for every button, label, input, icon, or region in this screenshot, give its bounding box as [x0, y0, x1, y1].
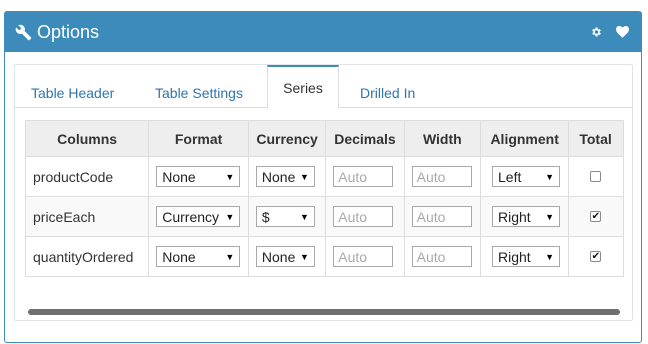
tab-drilled-in[interactable]: Drilled In [360, 77, 415, 108]
dropdown-arrow-icon: ▼ [225, 171, 235, 182]
width-input[interactable]: Auto [411, 166, 472, 187]
table-row: quantityOrdered None ▼ None ▼ Auto Auto Ri… [25, 236, 624, 277]
currency-select[interactable]: $ ▼ [255, 206, 315, 227]
column-header: Decimals [325, 120, 405, 157]
alignment-select[interactable]: Right ▼ [492, 246, 560, 267]
series-table: Columns Format Currency Decimals Width A… [25, 120, 624, 277]
total-checkbox[interactable]: ✔ [590, 211, 602, 222]
table-row: productCode None ▼ None ▼ Auto Auto Left ▼ [25, 156, 624, 197]
dropdown-arrow-icon: ▼ [225, 251, 235, 262]
tab-series[interactable]: Series [267, 65, 339, 109]
total-checkbox[interactable] [590, 171, 602, 182]
total-checkbox[interactable]: ✔ [590, 251, 602, 262]
format-select[interactable]: None ▼ [156, 166, 241, 187]
format-select[interactable]: None ▼ [156, 246, 241, 267]
format-select[interactable]: Currency ▼ [156, 206, 241, 227]
dropdown-arrow-icon: ▼ [299, 251, 309, 262]
decimals-input[interactable]: Auto [333, 246, 394, 267]
decimals-input[interactable]: Auto [333, 206, 394, 227]
dropdown-arrow-icon: ▼ [299, 171, 309, 182]
dropdown-arrow-icon: ▼ [545, 171, 554, 182]
currency-value: None [261, 248, 296, 265]
dropdown-arrow-icon: ▼ [545, 211, 554, 222]
options-card: Table Header Table Settings Series Drill… [14, 64, 633, 321]
column-header: Total [568, 120, 624, 157]
column-header: Width [403, 120, 482, 157]
tab-bar: Table Header Table Settings Series Drill… [15, 65, 632, 109]
column-header: Columns [25, 120, 150, 157]
alignment-select[interactable]: Right ▼ [492, 206, 560, 227]
tab-table-settings[interactable]: Table Settings [155, 77, 243, 108]
panel-title: Options [37, 21, 100, 42]
dropdown-arrow-icon: ▼ [225, 211, 235, 222]
dropdown-arrow-icon: ▼ [545, 251, 554, 262]
panel-header: Options [5, 12, 641, 52]
dropdown-arrow-icon: ▼ [299, 211, 309, 222]
table-header-row: Columns Format Currency Decimals Width A… [25, 120, 624, 157]
table-row: priceEach Currency ▼ $ ▼ Auto Auto Right ▼ … [25, 196, 624, 237]
decimals-input[interactable]: Auto [333, 166, 394, 187]
format-value: None [162, 248, 196, 265]
gear-icon[interactable] [589, 25, 603, 39]
column-header: Format [148, 120, 249, 157]
wrench-icon [15, 23, 33, 41]
alignment-select[interactable]: Left ▼ [492, 166, 560, 187]
column-name: quantityOrdered [25, 236, 150, 277]
currency-value: None [261, 168, 296, 185]
column-name: priceEach [25, 196, 150, 237]
currency-select[interactable]: None ▼ [255, 166, 315, 187]
currency-value: $ [261, 208, 270, 225]
alignment-value: Left [498, 168, 522, 185]
format-value: None [162, 168, 196, 185]
format-value: Currency [162, 208, 220, 225]
series-table-scroll: Columns Format Currency Decimals Width A… [25, 120, 624, 290]
currency-select[interactable]: None ▼ [255, 246, 315, 267]
tab-table-header[interactable]: Table Header [31, 77, 114, 108]
heart-icon[interactable] [615, 25, 629, 39]
column-name: productCode [25, 156, 150, 197]
column-header: Alignment [479, 120, 570, 157]
horizontal-scrollbar[interactable] [28, 309, 620, 315]
alignment-value: Right [498, 208, 531, 225]
width-input[interactable]: Auto [411, 246, 472, 267]
column-header: Currency [247, 120, 327, 157]
alignment-value: Right [498, 248, 531, 265]
options-panel: Options Table Header Table Settings Seri… [4, 11, 642, 343]
width-input[interactable]: Auto [411, 206, 472, 227]
